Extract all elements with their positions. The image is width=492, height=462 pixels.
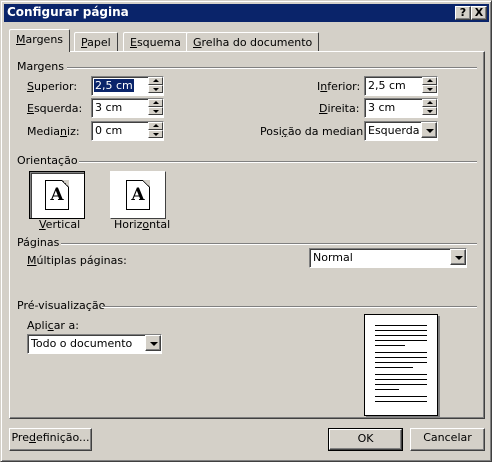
- preview-line: [375, 384, 427, 385]
- vertical-orientation-button[interactable]: A: [29, 171, 85, 219]
- preview-line: [375, 340, 427, 341]
- preview-line: [375, 335, 427, 336]
- margins-group-label: Margens: [17, 60, 65, 73]
- horizontal-label: Horizontal: [114, 218, 171, 231]
- preview-line: [375, 379, 427, 380]
- superior-spinbox[interactable]: 2,5 cm: [91, 76, 164, 96]
- preview-line: [375, 345, 405, 346]
- medianiz-label: Medianiz:: [27, 125, 80, 138]
- esquerda-value[interactable]: 3 cm: [95, 101, 122, 114]
- preview-group-label: Pré-visualização: [17, 299, 106, 312]
- posicao-medianiz-label: Posição da medianiz:: [260, 125, 376, 138]
- panel-content: Margens Superior: 2,5 cm Esquerda: 3 cm …: [1, 1, 491, 461]
- orientation-group-rule: [79, 161, 477, 163]
- medianiz-value[interactable]: 0 cm: [95, 124, 122, 137]
- esquerda-down-button[interactable]: [148, 107, 163, 115]
- preview-line: [375, 367, 413, 368]
- chevron-down-icon: [426, 129, 434, 133]
- portrait-page-icon: A: [45, 180, 69, 210]
- superior-value[interactable]: 2,5 cm: [94, 79, 134, 92]
- margins-group-rule: [67, 67, 477, 69]
- preview-group-rule: [102, 306, 477, 308]
- posicao-medianiz-select[interactable]: Esquerda: [364, 121, 438, 141]
- esquerda-label: Esquerda:: [27, 102, 83, 115]
- superior-down-button[interactable]: [148, 85, 163, 93]
- direita-label: Direita:: [319, 102, 360, 115]
- preview-line: [375, 352, 427, 353]
- posicao-medianiz-dropdown-button[interactable]: [421, 122, 437, 138]
- multiple-pages-select[interactable]: Normal: [309, 248, 467, 268]
- chevron-down-icon: [150, 342, 158, 346]
- preview-line: [375, 362, 427, 363]
- pages-group-rule: [61, 243, 477, 245]
- pages-group-label: Páginas: [17, 236, 60, 249]
- apply-to-select[interactable]: Todo o documento: [27, 334, 162, 354]
- preview-line: [375, 325, 427, 326]
- inferior-label: Inferior:: [317, 80, 361, 93]
- preview-line: [375, 401, 427, 402]
- superior-label: Superior:: [27, 80, 78, 93]
- horizontal-orientation-button[interactable]: A: [110, 171, 166, 219]
- preview-line: [375, 374, 427, 375]
- ok-button[interactable]: OK: [328, 428, 403, 451]
- direita-down-button[interactable]: [422, 107, 437, 115]
- default-button[interactable]: Predefinição...: [9, 428, 92, 451]
- esquerda-up-button[interactable]: [148, 99, 163, 107]
- apply-to-label: Aplicar a:: [27, 319, 79, 332]
- esquerda-spinbox[interactable]: 3 cm: [91, 98, 164, 118]
- multiple-pages-label: Múltiplas páginas:: [27, 254, 127, 267]
- inferior-value[interactable]: 2,5 cm: [368, 79, 406, 92]
- superior-up-button[interactable]: [148, 77, 163, 85]
- direita-spinbox[interactable]: 3 cm: [364, 98, 438, 118]
- orientation-group-label: Orientação: [17, 154, 78, 167]
- page-preview: [364, 314, 438, 416]
- landscape-page-icon: A: [126, 180, 150, 210]
- preview-line: [375, 330, 427, 331]
- preview-line: [375, 389, 399, 390]
- cancel-button[interactable]: Cancelar: [410, 428, 485, 451]
- inferior-down-button[interactable]: [422, 85, 437, 93]
- apply-to-dropdown-button[interactable]: [145, 335, 161, 351]
- page-setup-dialog: Configurar página ? X Margens Papel Esqu…: [0, 0, 492, 462]
- medianiz-spinbox[interactable]: 0 cm: [91, 121, 164, 141]
- vertical-label: Vertical: [39, 218, 81, 231]
- multiple-pages-value: Normal: [313, 251, 353, 264]
- inferior-spinbox[interactable]: 2,5 cm: [364, 76, 438, 96]
- apply-to-value: Todo o documento: [31, 337, 133, 350]
- preview-line: [375, 357, 427, 358]
- medianiz-down-button[interactable]: [148, 130, 163, 138]
- inferior-up-button[interactable]: [422, 77, 437, 85]
- preview-line: [375, 396, 427, 397]
- chevron-down-icon: [455, 256, 463, 260]
- direita-value[interactable]: 3 cm: [368, 101, 395, 114]
- direita-up-button[interactable]: [422, 99, 437, 107]
- posicao-medianiz-value: Esquerda: [368, 124, 420, 137]
- multiple-pages-dropdown-button[interactable]: [450, 249, 466, 265]
- medianiz-up-button[interactable]: [148, 122, 163, 130]
